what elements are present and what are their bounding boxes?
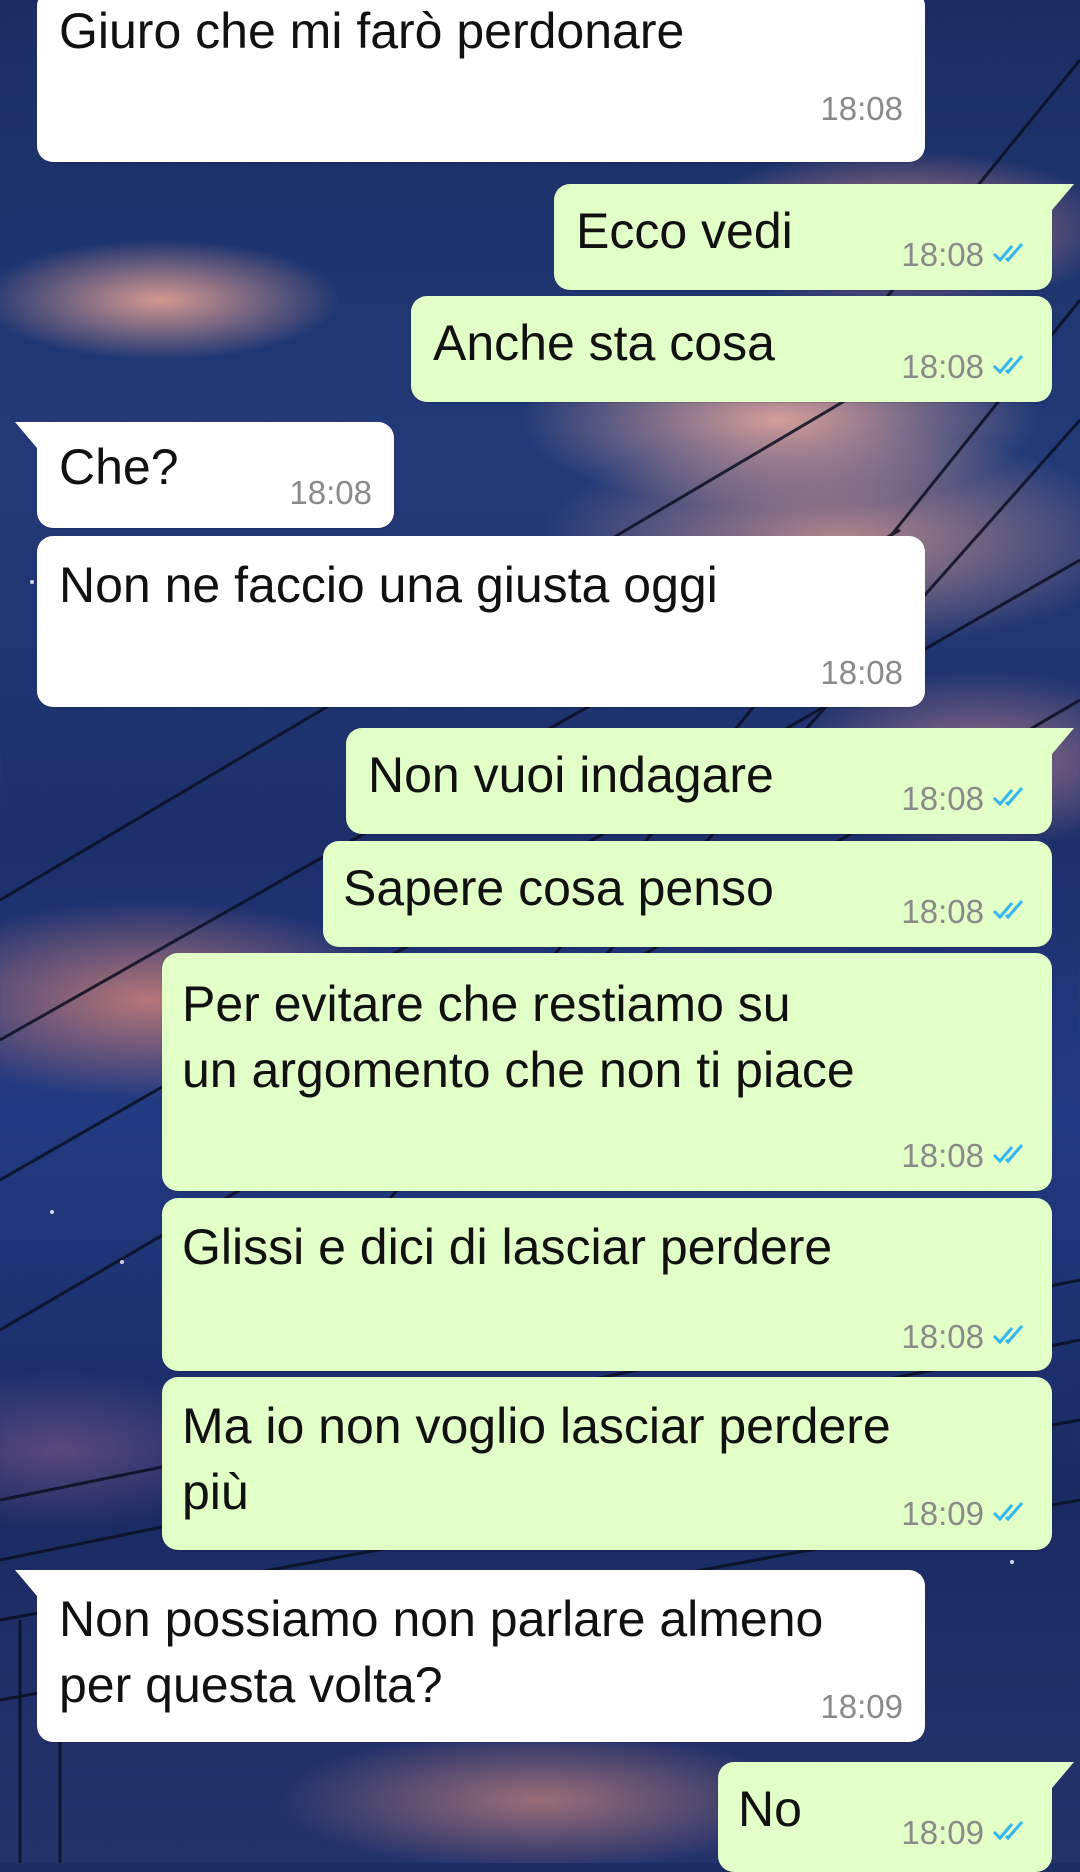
message-text-line-2: più <box>182 1464 249 1520</box>
message-text: No <box>738 1781 802 1837</box>
message-time: 18:09 <box>901 1495 984 1532</box>
message-bubble-outgoing[interactable]: Per evitare che restiamo su un argomento… <box>162 953 1052 1191</box>
message-bubble-outgoing[interactable]: Non vuoi indagare 18:08 <box>346 728 1074 834</box>
message-time: 18:08 <box>820 654 903 691</box>
message-bubble-outgoing[interactable]: Glissi e dici di lasciar perdere 18:08 <box>162 1198 1052 1371</box>
message-time: 18:08 <box>901 236 984 273</box>
double-check-read-icon <box>992 355 1024 375</box>
message-text: Sapere cosa penso <box>343 860 774 916</box>
bubble-tail <box>1052 1762 1074 1788</box>
message-text: Che? <box>59 439 179 495</box>
bubble-tail <box>15 422 37 448</box>
message-time: 18:08 <box>901 780 984 817</box>
message-bubble-outgoing[interactable]: Sapere cosa penso 18:08 <box>323 841 1052 947</box>
double-check-read-icon <box>992 243 1024 263</box>
message-bubble-incoming[interactable]: Non possiamo non parlare almeno per ques… <box>15 1570 925 1742</box>
double-check-read-icon <box>992 1144 1024 1164</box>
message-time: 18:08 <box>901 348 984 385</box>
message-time: 18:08 <box>820 90 903 127</box>
message-text-line-2: un argomento che non ti piace <box>182 1042 855 1098</box>
message-text-line-1: Ma io non voglio lasciar perdere <box>182 1398 891 1454</box>
message-text: Giuro che mi farò perdonare <box>59 3 685 59</box>
message-time: 18:08 <box>901 893 984 930</box>
message-text-line-1: Per evitare che restiamo su <box>182 976 791 1032</box>
message-bubble-incoming[interactable]: Non ne faccio una giusta oggi 18:08 <box>37 536 925 707</box>
message-bubble-outgoing[interactable]: Ma io non voglio lasciar perdere più 18:… <box>162 1377 1052 1550</box>
message-text: Non ne faccio una giusta oggi <box>59 557 718 613</box>
double-check-read-icon <box>992 787 1024 807</box>
message-bubble-outgoing[interactable]: Ecco vedi 18:08 <box>554 184 1074 290</box>
message-text: Anche sta cosa <box>433 315 775 371</box>
message-bubble-incoming[interactable]: Che? 18:08 <box>15 422 394 528</box>
message-text-line-2: per questa volta? <box>59 1657 443 1713</box>
message-bubble-incoming[interactable]: Giuro che mi farò perdonare 18:08 <box>37 0 925 162</box>
double-check-read-icon <box>992 1502 1024 1522</box>
message-text: Non vuoi indagare <box>368 747 774 803</box>
message-time: 18:08 <box>901 1318 984 1355</box>
double-check-read-icon <box>992 1325 1024 1345</box>
message-bubble-outgoing[interactable]: Anche sta cosa 18:08 <box>411 296 1052 402</box>
message-text-line-1: Non possiamo non parlare almeno <box>59 1591 824 1647</box>
message-time: 18:09 <box>820 1688 903 1725</box>
message-bubble-outgoing[interactable]: No 18:09 <box>718 1762 1074 1872</box>
message-time: 18:08 <box>901 1137 984 1174</box>
double-check-read-icon <box>992 1821 1024 1841</box>
double-check-read-icon <box>992 900 1024 920</box>
message-text: Ecco vedi <box>576 203 793 259</box>
bubble-tail <box>15 1570 37 1596</box>
message-text: Glissi e dici di lasciar perdere <box>182 1219 833 1275</box>
bubble-tail <box>1052 728 1074 754</box>
message-time: 18:09 <box>901 1814 984 1851</box>
bubble-tail <box>1052 184 1074 210</box>
message-time: 18:08 <box>289 474 372 511</box>
